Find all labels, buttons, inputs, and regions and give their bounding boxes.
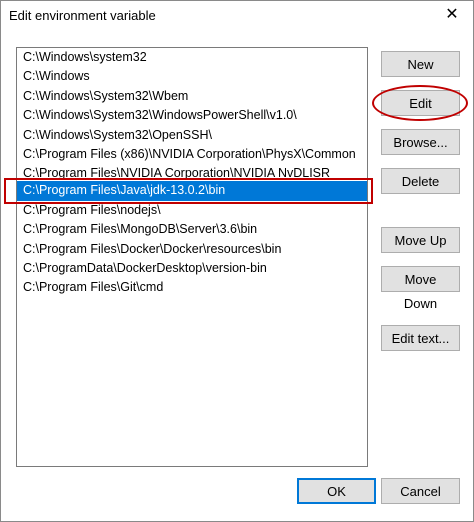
delete-button[interactable]: Delete (381, 168, 460, 194)
path-list-item[interactable]: C:\Program Files (x86)\NVIDIA Corporatio… (17, 145, 367, 164)
move-down-button[interactable]: Move Down (381, 266, 460, 311)
dialog-title: Edit environment variable (9, 8, 156, 23)
cancel-button[interactable]: Cancel (381, 478, 460, 504)
path-list[interactable]: C:\Windows\system32 C:\Windows C:\Window… (16, 47, 368, 467)
path-list-item[interactable]: C:\ProgramData\DockerDesktop\version-bin (17, 259, 367, 278)
ok-button[interactable]: OK (297, 478, 376, 504)
edit-env-variable-dialog: Edit environment variable ✕ C:\Windows\s… (0, 0, 474, 522)
path-list-item[interactable]: C:\Windows\system32 (17, 48, 367, 67)
edit-text-button[interactable]: Edit text... (381, 325, 460, 351)
browse-button[interactable]: Browse... (381, 129, 460, 155)
path-list-item[interactable]: C:\Windows\System32\WindowsPowerShell\v1… (17, 106, 367, 125)
path-list-item[interactable]: C:\Program Files\NVIDIA Corporation\NVID… (17, 164, 367, 181)
edit-button[interactable]: Edit (381, 90, 460, 116)
move-up-button[interactable]: Move Up (381, 227, 460, 253)
path-list-item[interactable]: C:\Program Files\Docker\Docker\resources… (17, 240, 367, 259)
title-bar: Edit environment variable ✕ (1, 1, 473, 31)
path-list-item[interactable]: C:\Windows\System32\OpenSSH\ (17, 126, 367, 145)
path-list-item[interactable]: C:\Program Files\MongoDB\Server\3.6\bin (17, 220, 367, 239)
new-button[interactable]: New (381, 51, 460, 77)
path-list-item[interactable]: C:\Windows\System32\Wbem (17, 87, 367, 106)
close-icon[interactable]: ✕ (435, 3, 469, 27)
path-list-item[interactable]: C:\Windows (17, 67, 367, 86)
path-list-item[interactable]: C:\Program Files\Java\jdk-13.0.2\bin (17, 181, 367, 201)
path-list-item[interactable]: C:\Program Files\Git\cmd (17, 278, 367, 297)
path-list-item[interactable]: C:\Program Files\nodejs\ (17, 201, 367, 220)
